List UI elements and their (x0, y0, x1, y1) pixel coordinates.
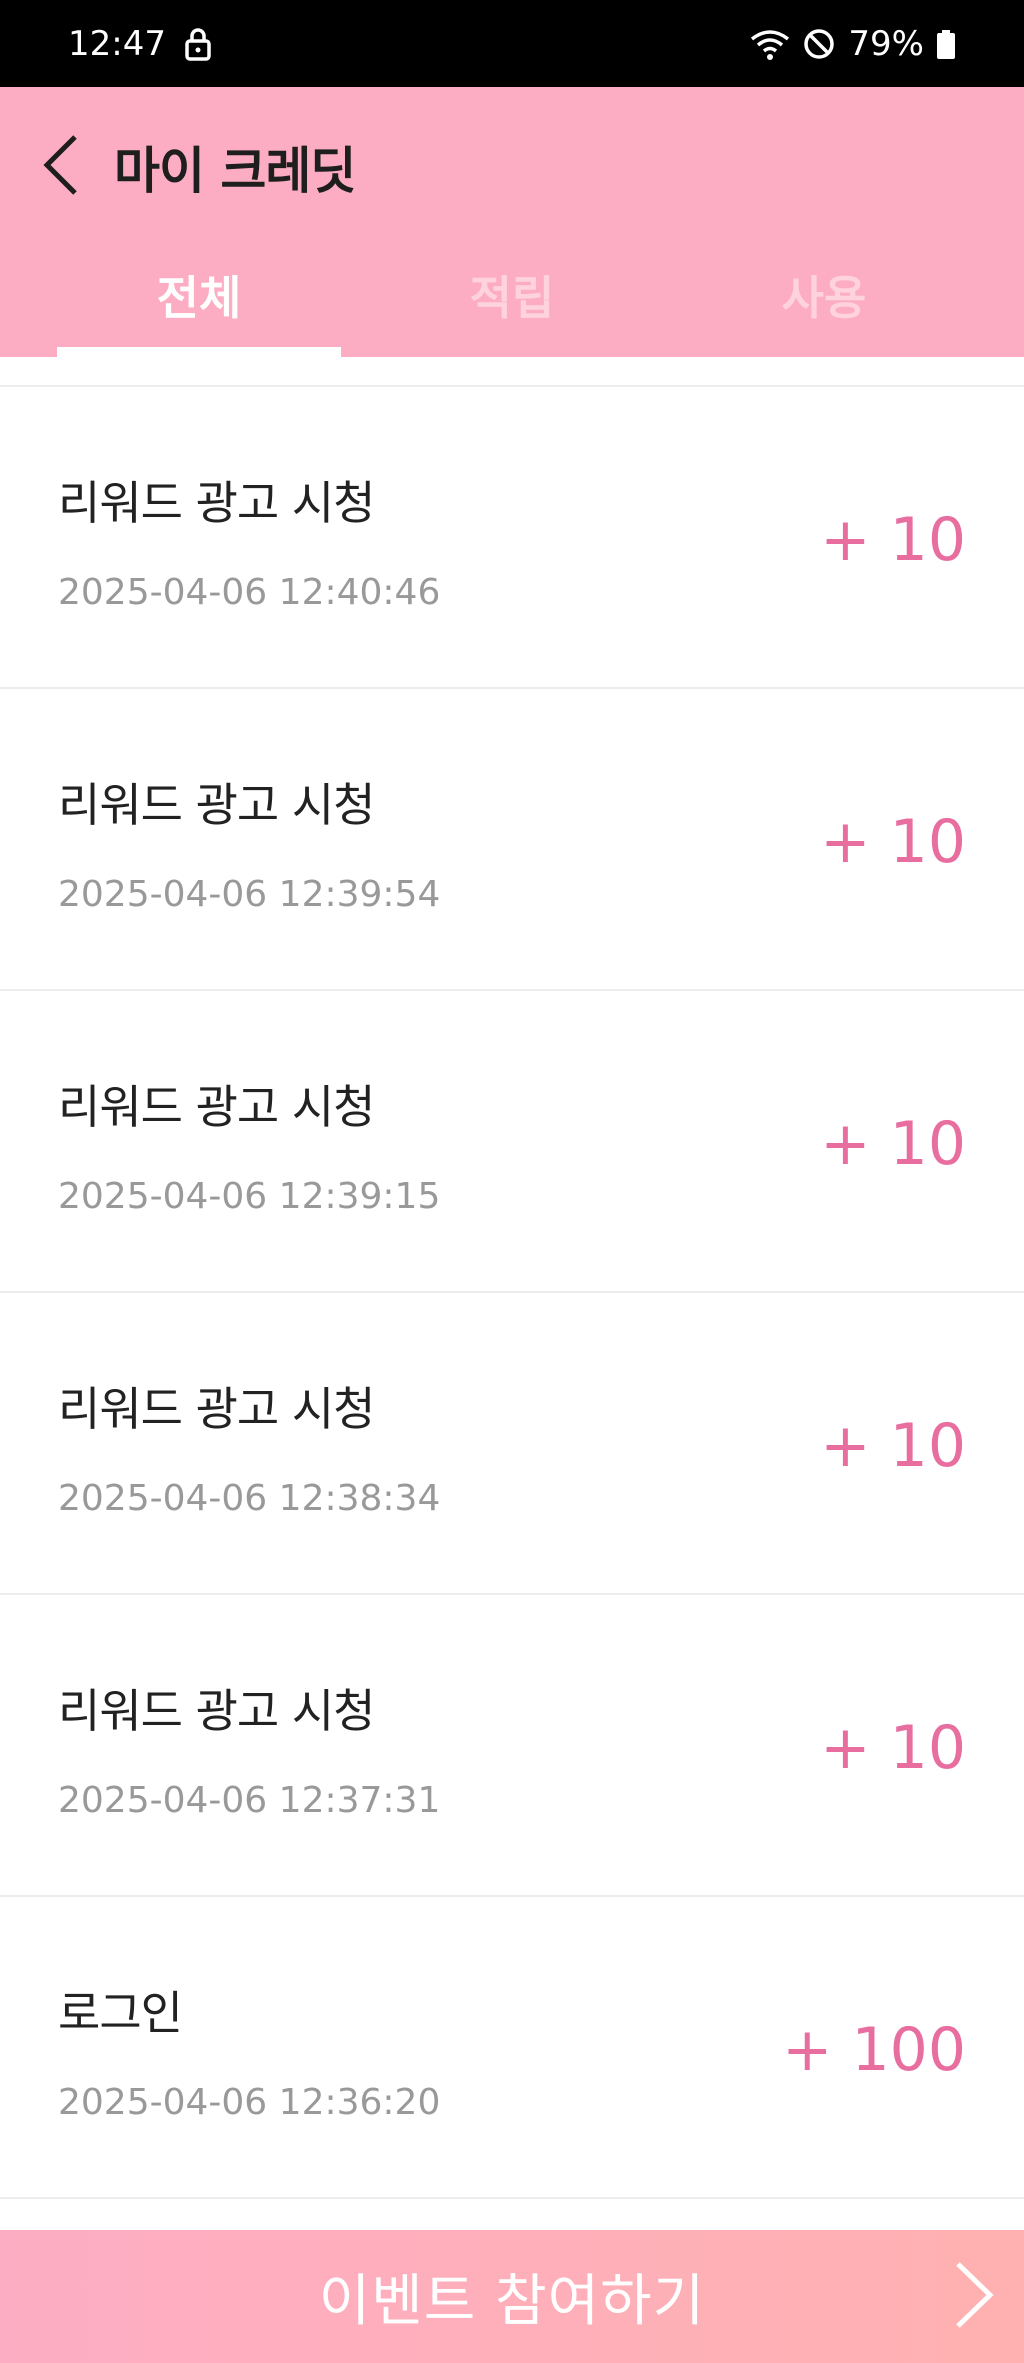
status-bar: 12:47 79% (0, 0, 1024, 87)
event-participate-button[interactable]: 이벤트 참여하기 (0, 2230, 1024, 2363)
item-date: 2025-04-06 12:37:31 (58, 1780, 441, 1821)
tab-all-label: 전체 (156, 271, 242, 325)
status-time: 12:47 (68, 23, 166, 64)
item-title: 리워드 광고 시청 (58, 1684, 375, 1738)
list-item: 리워드 광고 시청 2025-04-06 12:40:46 + 10 (0, 385, 1024, 687)
battery-percent: 79% (848, 23, 924, 64)
item-amount: + 10 (820, 1713, 966, 1783)
status-right: 79% (750, 24, 956, 64)
item-date: 2025-04-06 12:39:54 (58, 874, 441, 915)
item-date: 2025-04-06 12:40:46 (58, 572, 441, 613)
item-date: 2025-04-06 12:36:20 (58, 2082, 441, 2123)
title-row: 마이 크레딧 (36, 127, 356, 207)
item-title: 리워드 광고 시청 (58, 476, 375, 530)
transaction-list: 리워드 광고 시청 2025-04-06 12:40:46 + 10 리워드 광… (0, 385, 1024, 2201)
tab-earned[interactable]: 적립 (370, 262, 654, 357)
tab-bar: 전체 적립 사용 (0, 262, 1024, 357)
list-item: 리워드 광고 시청 2025-04-06 12:39:15 + 10 (0, 989, 1024, 1291)
item-amount: + 10 (820, 807, 966, 877)
tab-all[interactable]: 전체 (57, 262, 341, 357)
active-tab-indicator (57, 347, 341, 357)
item-date: 2025-04-06 12:38:34 (58, 1478, 441, 1519)
list-item: 리워드 광고 시청 2025-04-06 12:38:34 + 10 (0, 1291, 1024, 1593)
item-title: 리워드 광고 시청 (58, 1080, 375, 1134)
do-not-disturb-icon (802, 27, 836, 61)
chevron-left-icon (41, 133, 81, 201)
back-button[interactable] (36, 127, 86, 207)
wifi-icon (750, 27, 790, 61)
list-item: 리워드 광고 시청 2025-04-06 12:39:54 + 10 (0, 687, 1024, 989)
list-item: 로그인 2025-04-06 12:36:20 + 100 (0, 1895, 1024, 2197)
item-title: 리워드 광고 시청 (58, 1382, 375, 1436)
status-left: 12:47 (68, 24, 212, 64)
app-header: 마이 크레딧 전체 적립 사용 (0, 87, 1024, 357)
tab-used-label: 사용 (781, 271, 867, 325)
tab-earned-label: 적립 (469, 271, 555, 325)
lock-icon (184, 27, 212, 61)
list-item-divider (0, 2197, 1024, 2201)
battery-icon (936, 27, 956, 61)
item-title: 로그인 (58, 1986, 183, 2040)
item-amount: + 10 (820, 1109, 966, 1179)
list-item: 리워드 광고 시청 2025-04-06 12:37:31 + 10 (0, 1593, 1024, 1895)
event-button-label: 이벤트 참여하기 (318, 2269, 706, 2334)
item-date: 2025-04-06 12:39:15 (58, 1176, 441, 1217)
item-title: 리워드 광고 시청 (58, 778, 375, 832)
chevron-right-icon (952, 2260, 996, 2334)
item-amount: + 10 (820, 505, 966, 575)
tab-used[interactable]: 사용 (682, 262, 966, 357)
item-amount: + 10 (820, 1411, 966, 1481)
item-amount: + 100 (782, 2015, 966, 2085)
page-title: 마이 크레딧 (114, 142, 356, 200)
